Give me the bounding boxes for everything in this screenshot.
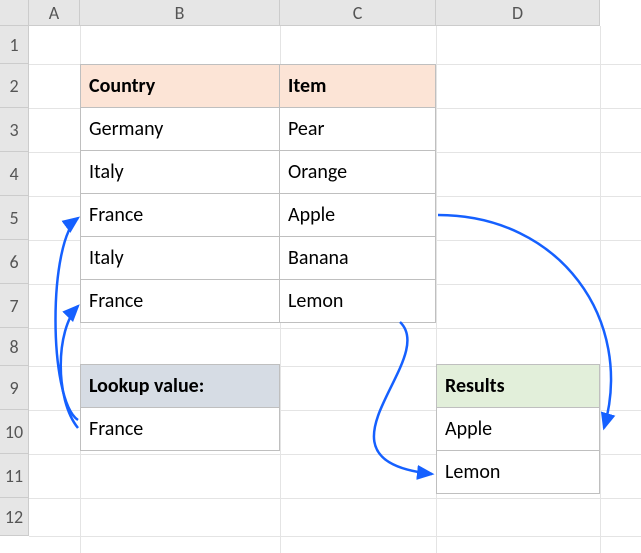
spreadsheet: A B C D 1 2 3 4 5 6 7 8 9 10 11 12 Count… bbox=[0, 0, 641, 553]
select-all-corner[interactable] bbox=[0, 0, 29, 26]
row-header-4[interactable]: 4 bbox=[0, 152, 29, 196]
row-header-2[interactable]: 2 bbox=[0, 64, 29, 108]
row-header-1[interactable]: 1 bbox=[0, 26, 29, 64]
cell-D10-result-1[interactable]: Apple bbox=[436, 407, 600, 451]
row-header-5[interactable]: 5 bbox=[0, 196, 29, 240]
row-header-12[interactable]: 12 bbox=[0, 498, 29, 536]
cell-D11-result-2[interactable]: Lemon bbox=[436, 450, 600, 494]
cell-C3[interactable]: Pear bbox=[279, 107, 436, 151]
cell-B6[interactable]: Italy bbox=[80, 236, 280, 280]
col-header-C[interactable]: C bbox=[280, 0, 436, 26]
cell-B7[interactable]: France bbox=[80, 279, 280, 323]
cell-B5[interactable]: France bbox=[80, 193, 280, 237]
cell-C5[interactable]: Apple bbox=[279, 193, 436, 237]
row-header-9[interactable]: 9 bbox=[0, 366, 29, 410]
col-header-A[interactable]: A bbox=[29, 0, 80, 26]
row-header-11[interactable]: 11 bbox=[0, 454, 29, 498]
cell-B9-lookup-label[interactable]: Lookup value: bbox=[80, 364, 280, 408]
row-header-6[interactable]: 6 bbox=[0, 240, 29, 284]
row-header-10[interactable]: 10 bbox=[0, 410, 29, 454]
cell-B2-country-header[interactable]: Country bbox=[80, 64, 280, 108]
cell-B10-lookup-value[interactable]: France bbox=[80, 407, 280, 451]
row-header-8[interactable]: 8 bbox=[0, 328, 29, 366]
cell-C6[interactable]: Banana bbox=[279, 236, 436, 280]
cell-B4[interactable]: Italy bbox=[80, 150, 280, 194]
row-header-7[interactable]: 7 bbox=[0, 284, 29, 328]
col-header-B[interactable]: B bbox=[80, 0, 280, 26]
row-header-3[interactable]: 3 bbox=[0, 108, 29, 152]
cell-C2-item-header[interactable]: Item bbox=[279, 64, 436, 108]
cell-C4[interactable]: Orange bbox=[279, 150, 436, 194]
cell-D9-results-header[interactable]: Results bbox=[436, 364, 600, 408]
col-header-D[interactable]: D bbox=[436, 0, 600, 26]
cell-C7[interactable]: Lemon bbox=[279, 279, 436, 323]
cell-B3[interactable]: Germany bbox=[80, 107, 280, 151]
